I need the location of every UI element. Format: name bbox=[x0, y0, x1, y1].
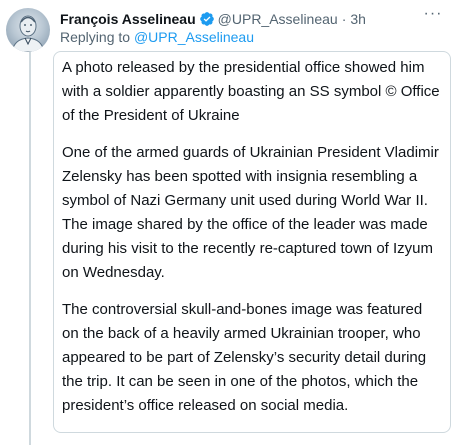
verified-badge-icon bbox=[199, 11, 215, 27]
avatar-portrait-icon bbox=[11, 15, 45, 52]
avatar[interactable] bbox=[6, 8, 50, 52]
replying-to: Replying to @UPR_Asselineau bbox=[60, 29, 254, 45]
tweet-paragraph: A photo released by the presidential off… bbox=[62, 59, 440, 124]
replying-to-mention-link[interactable]: @UPR_Asselineau bbox=[134, 29, 254, 45]
meta-separator: · bbox=[341, 11, 347, 27]
more-options-button[interactable]: ··· bbox=[418, 2, 448, 26]
tweet[interactable]: François Asselineau @UPR_Asselineau · 3h… bbox=[0, 0, 456, 445]
tweet-paragraph: One of the armed guards of Ukrainian Pre… bbox=[62, 144, 439, 281]
more-horizontal-icon: ··· bbox=[423, 5, 443, 22]
author-handle[interactable]: @UPR_Asselineau bbox=[218, 11, 338, 27]
tweet-timestamp[interactable]: 3h bbox=[350, 11, 366, 27]
tweet-text-card[interactable]: A photo released by the presidential off… bbox=[53, 51, 451, 433]
thread-connector-line bbox=[29, 52, 31, 445]
tweet-header: François Asselineau @UPR_Asselineau · 3h bbox=[60, 9, 446, 29]
tweet-paragraph: The controversial skull-and-bones image … bbox=[62, 301, 427, 414]
author-name[interactable]: François Asselineau bbox=[60, 11, 196, 27]
replying-to-label: Replying to bbox=[60, 29, 131, 45]
